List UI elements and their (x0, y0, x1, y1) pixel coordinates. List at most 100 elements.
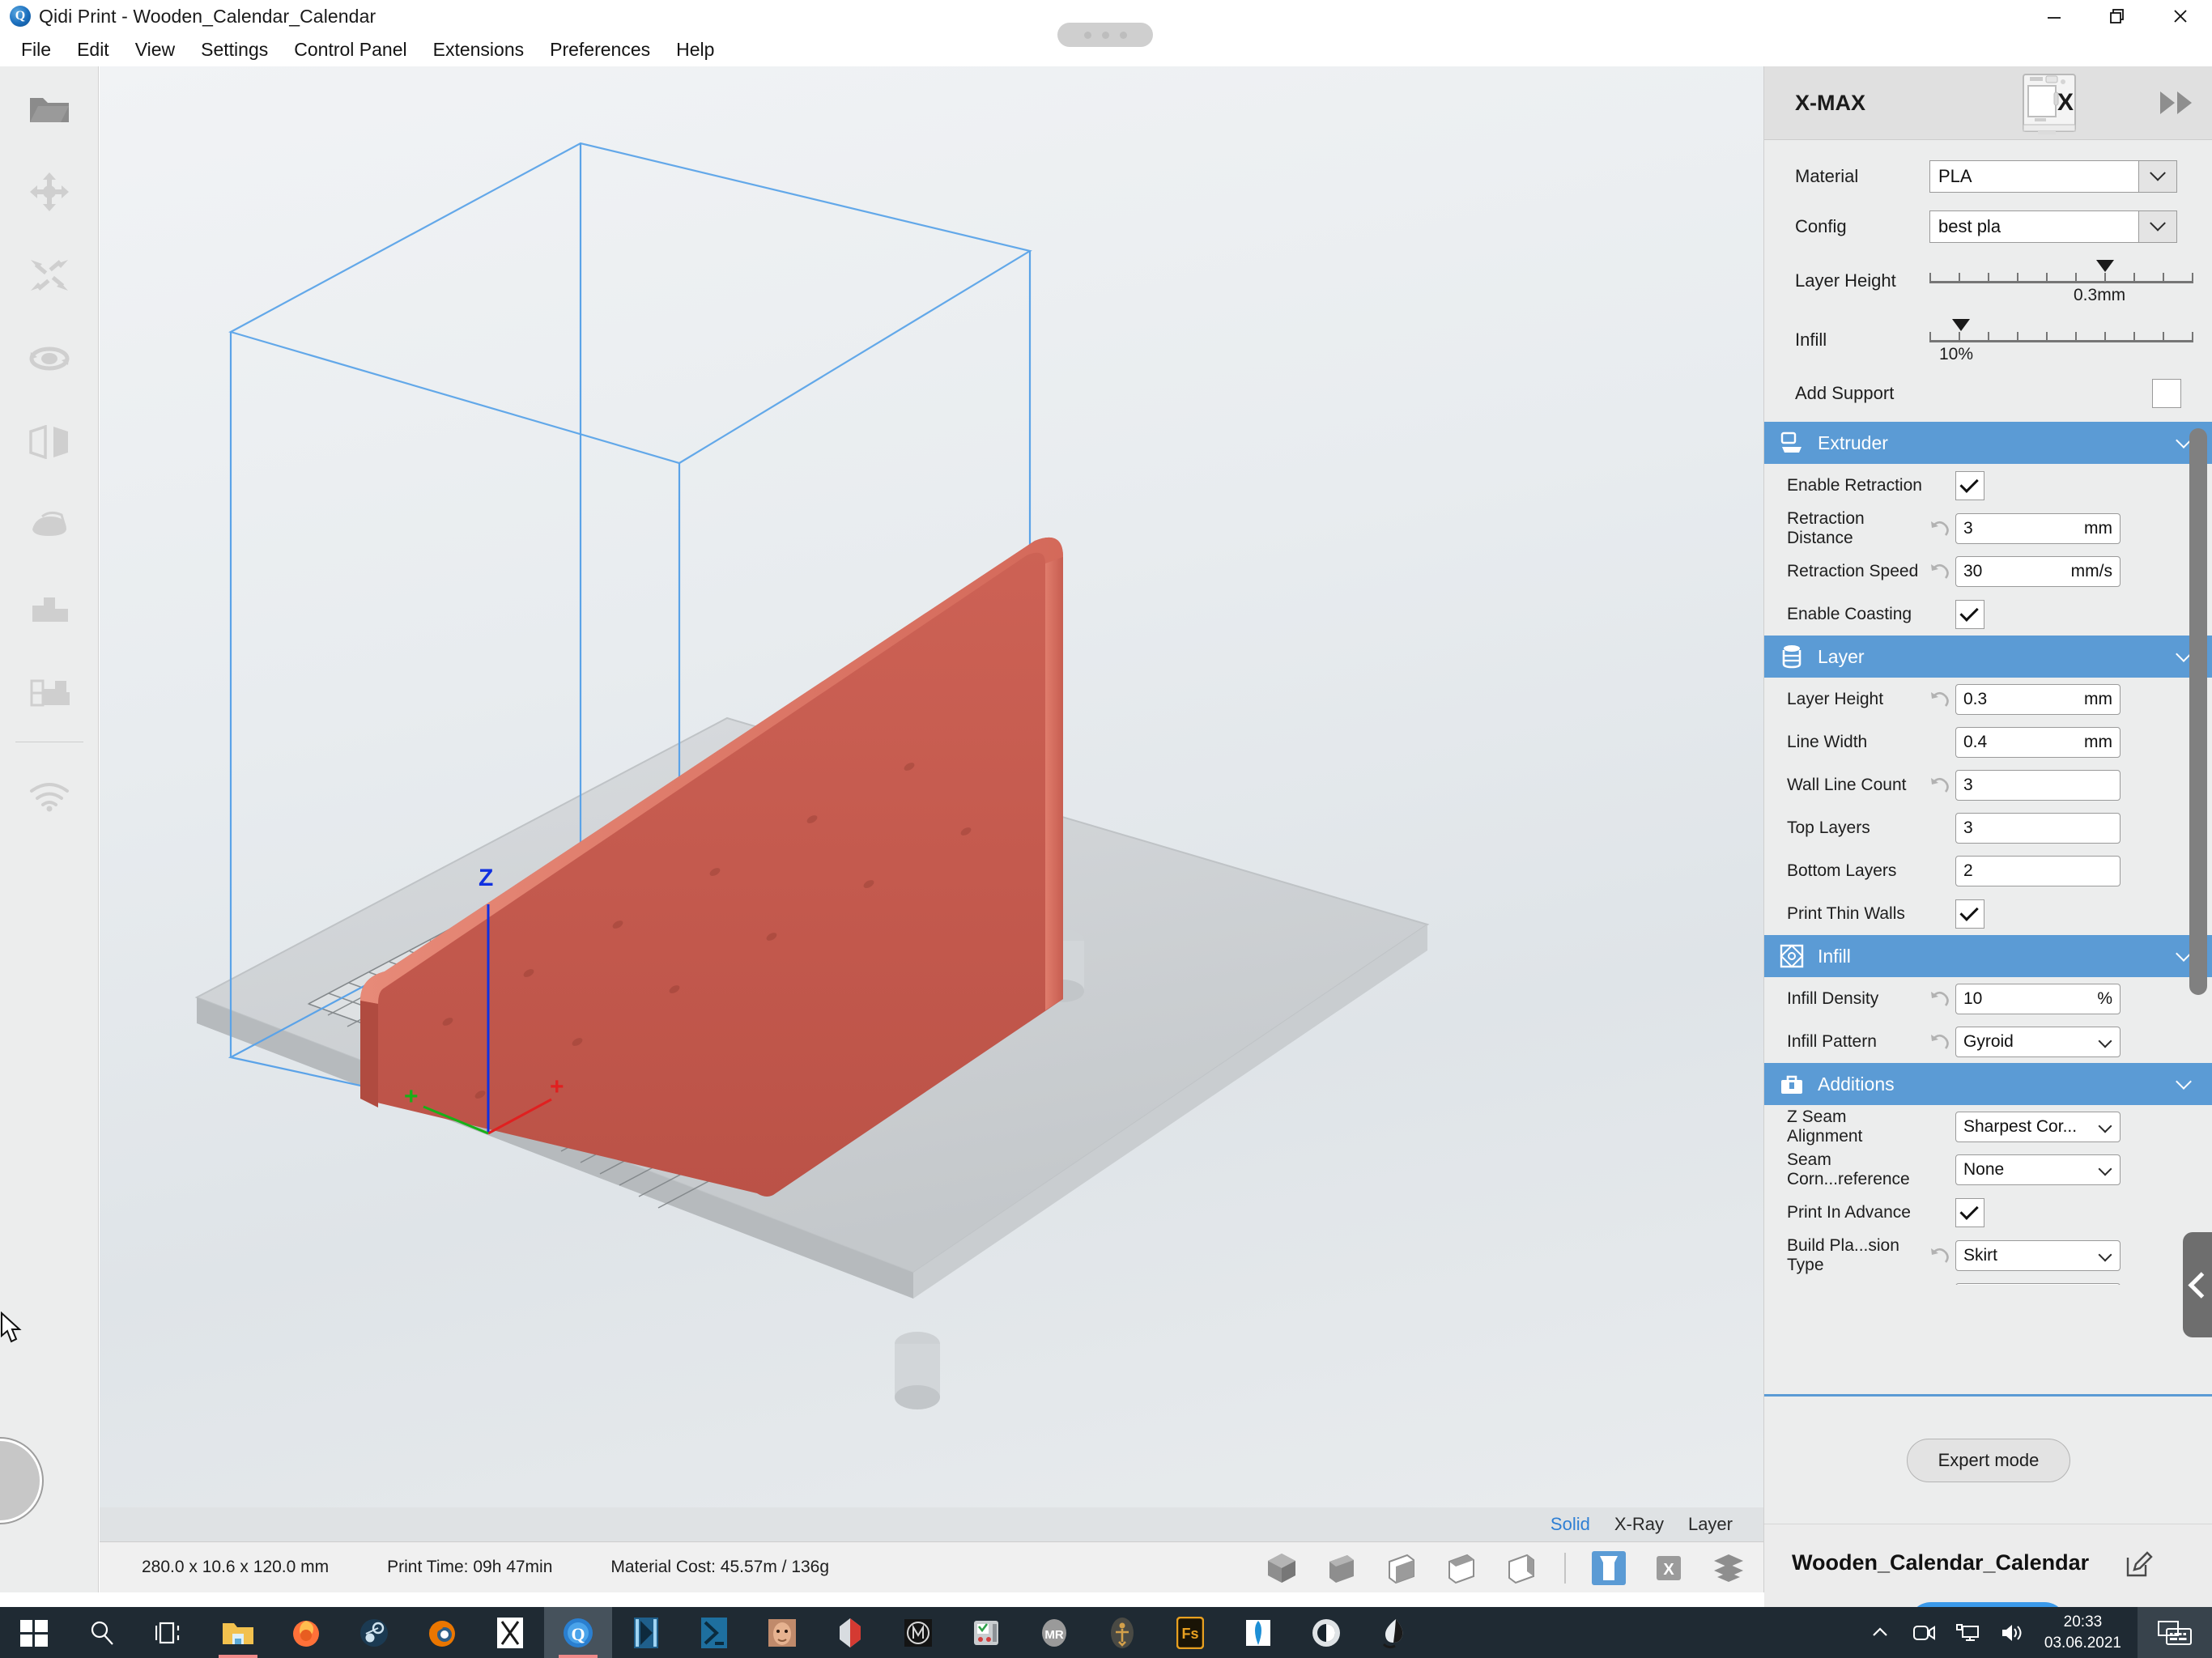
ink-drop-icon[interactable] (1360, 1607, 1428, 1658)
revert-icon[interactable] (1923, 519, 1955, 538)
network-icon[interactable] (1946, 1607, 1989, 1658)
menu-file[interactable]: File (8, 36, 64, 64)
infill-slider[interactable]: 10% (1929, 314, 2193, 366)
statue-app-icon[interactable] (1088, 1607, 1156, 1658)
orbit-handle[interactable] (0, 1439, 42, 1523)
layer-height-slider[interactable]: 0.3mm (1929, 255, 2193, 307)
volume-icon[interactable] (1989, 1607, 2033, 1658)
powershell-icon[interactable] (680, 1607, 748, 1658)
revert-icon[interactable] (1923, 1246, 1955, 1265)
layer-view-icon[interactable] (1712, 1551, 1746, 1585)
revert-icon[interactable] (1923, 562, 1955, 581)
revert-icon[interactable] (1923, 776, 1955, 795)
per-model-settings-icon[interactable] (0, 567, 99, 650)
setting-input[interactable]: 2 (1955, 855, 2121, 886)
task-view-icon[interactable] (136, 1607, 204, 1658)
settings-scroll-area[interactable]: Extruder Enable Retraction Retraction Dist… (1764, 422, 2212, 1285)
support-blocker-icon[interactable] (0, 483, 99, 567)
config-select[interactable]: best pla (1929, 210, 2177, 243)
mirror-icon[interactable] (0, 400, 99, 483)
scrollbar-thumb[interactable] (2189, 428, 2207, 995)
setting-input[interactable]: 3 (1955, 769, 2121, 801)
revert-icon[interactable] (1923, 989, 1955, 1009)
chevron-down-icon[interactable] (2098, 1119, 2112, 1133)
webcam-icon[interactable] (1902, 1607, 1946, 1658)
section-header-extruder[interactable]: Extruder (1764, 422, 2212, 464)
blender-icon[interactable] (408, 1607, 476, 1658)
setting-select[interactable]: Skirt (1955, 1239, 2121, 1271)
setting-input[interactable]: 30 mm/s (1955, 555, 2121, 587)
setting-checkbox[interactable] (1955, 470, 1984, 500)
setting-select[interactable]: Gyroid (1955, 1026, 2121, 1057)
section-header-infill[interactable]: Infill (1764, 935, 2212, 977)
collapse-left-icon[interactable] (2183, 1232, 2212, 1337)
expert-mode-button[interactable]: Expert mode (1907, 1438, 2070, 1482)
xray-view-icon[interactable]: X (1652, 1551, 1686, 1585)
setting-input[interactable]: 0.4 mm (1955, 726, 2121, 758)
chevron-down-icon[interactable] (2138, 160, 2177, 193)
fast-forward-icon[interactable] (2159, 89, 2194, 121)
layer-view-settings-icon[interactable] (0, 650, 99, 733)
menu-control-panel[interactable]: Control Panel (281, 36, 419, 64)
setting-select[interactable]: Sharpest Cor... (1955, 1111, 2121, 1142)
add-support-checkbox[interactable] (2152, 379, 2181, 408)
setting-input[interactable]: 3 (1955, 812, 2121, 844)
clock[interactable]: 20:33 03.06.2021 (2033, 1612, 2133, 1653)
setting-checkbox[interactable] (1955, 1197, 1984, 1227)
chevron-down-icon[interactable] (2098, 1248, 2112, 1261)
minimize-icon[interactable] (2023, 0, 2086, 32)
setting-input[interactable]: 3 mm (1955, 512, 2121, 544)
retro-game-icon[interactable] (952, 1607, 1020, 1658)
xnview-icon[interactable] (476, 1607, 544, 1658)
move-icon[interactable] (0, 150, 99, 233)
crystal-app-icon[interactable] (816, 1607, 884, 1658)
revert-icon[interactable] (1923, 690, 1955, 709)
wifi-icon[interactable] (0, 754, 99, 837)
chevron-down-icon[interactable] (2098, 1162, 2112, 1175)
diamond-app-icon[interactable] (1224, 1607, 1292, 1658)
view-front-icon[interactable] (1325, 1551, 1359, 1585)
show-hidden-icons-icon[interactable] (1858, 1607, 1902, 1658)
video-editor-icon[interactable] (612, 1607, 680, 1658)
setting-input[interactable]: 3 (1955, 1282, 2121, 1285)
character-app-icon[interactable] (748, 1607, 816, 1658)
3d-viewport[interactable]: Z + + (100, 66, 1763, 1533)
section-header-layer[interactable]: Layer (1764, 636, 2212, 678)
revert-icon[interactable] (1923, 1032, 1955, 1052)
setting-input[interactable]: 10% (1955, 983, 2121, 1014)
menu-preferences[interactable]: Preferences (537, 36, 663, 64)
steam-icon[interactable] (340, 1607, 408, 1658)
gear-circle-icon[interactable] (1292, 1607, 1360, 1658)
window-drag-pill[interactable] (1057, 23, 1153, 47)
view-left-icon[interactable] (1444, 1551, 1478, 1585)
meshmixer-icon[interactable] (884, 1607, 952, 1658)
view-mode-layer[interactable]: Layer (1688, 1514, 1733, 1535)
setting-input[interactable]: 0.3 mm (1955, 683, 2121, 715)
view-mode-xray[interactable]: X-Ray (1614, 1514, 1664, 1535)
edit-pencil-icon[interactable] (2125, 1550, 2153, 1582)
view-mode-solid[interactable]: Solid (1551, 1514, 1590, 1535)
firefox-icon[interactable] (272, 1607, 340, 1658)
view-3d-icon[interactable] (1265, 1551, 1299, 1585)
start-button-icon[interactable] (0, 1607, 68, 1658)
material-select[interactable]: PLA (1929, 160, 2177, 193)
view-right-icon[interactable] (1504, 1551, 1538, 1585)
qidi-print-icon[interactable]: Q (544, 1607, 612, 1658)
setting-checkbox[interactable] (1955, 899, 1984, 929)
touch-keyboard-icon[interactable] (2138, 1607, 2212, 1658)
setting-checkbox[interactable] (1955, 599, 1984, 629)
menu-view[interactable]: View (122, 36, 188, 64)
setting-select[interactable]: None (1955, 1154, 2121, 1185)
scale-icon[interactable] (0, 233, 99, 317)
open-file-icon[interactable] (0, 66, 99, 150)
menu-settings[interactable]: Settings (188, 36, 281, 64)
chevron-down-icon[interactable] (2098, 1034, 2112, 1048)
restore-icon[interactable] (2086, 0, 2149, 32)
file-explorer-icon[interactable] (204, 1607, 272, 1658)
rotate-icon[interactable] (0, 317, 99, 400)
mr-app-icon[interactable]: MR (1020, 1607, 1088, 1658)
fs-adobe-icon[interactable]: Fs (1156, 1607, 1224, 1658)
menu-edit[interactable]: Edit (64, 36, 122, 64)
section-header-additions[interactable]: Additions (1764, 1063, 2212, 1105)
close-icon[interactable] (2149, 0, 2212, 32)
